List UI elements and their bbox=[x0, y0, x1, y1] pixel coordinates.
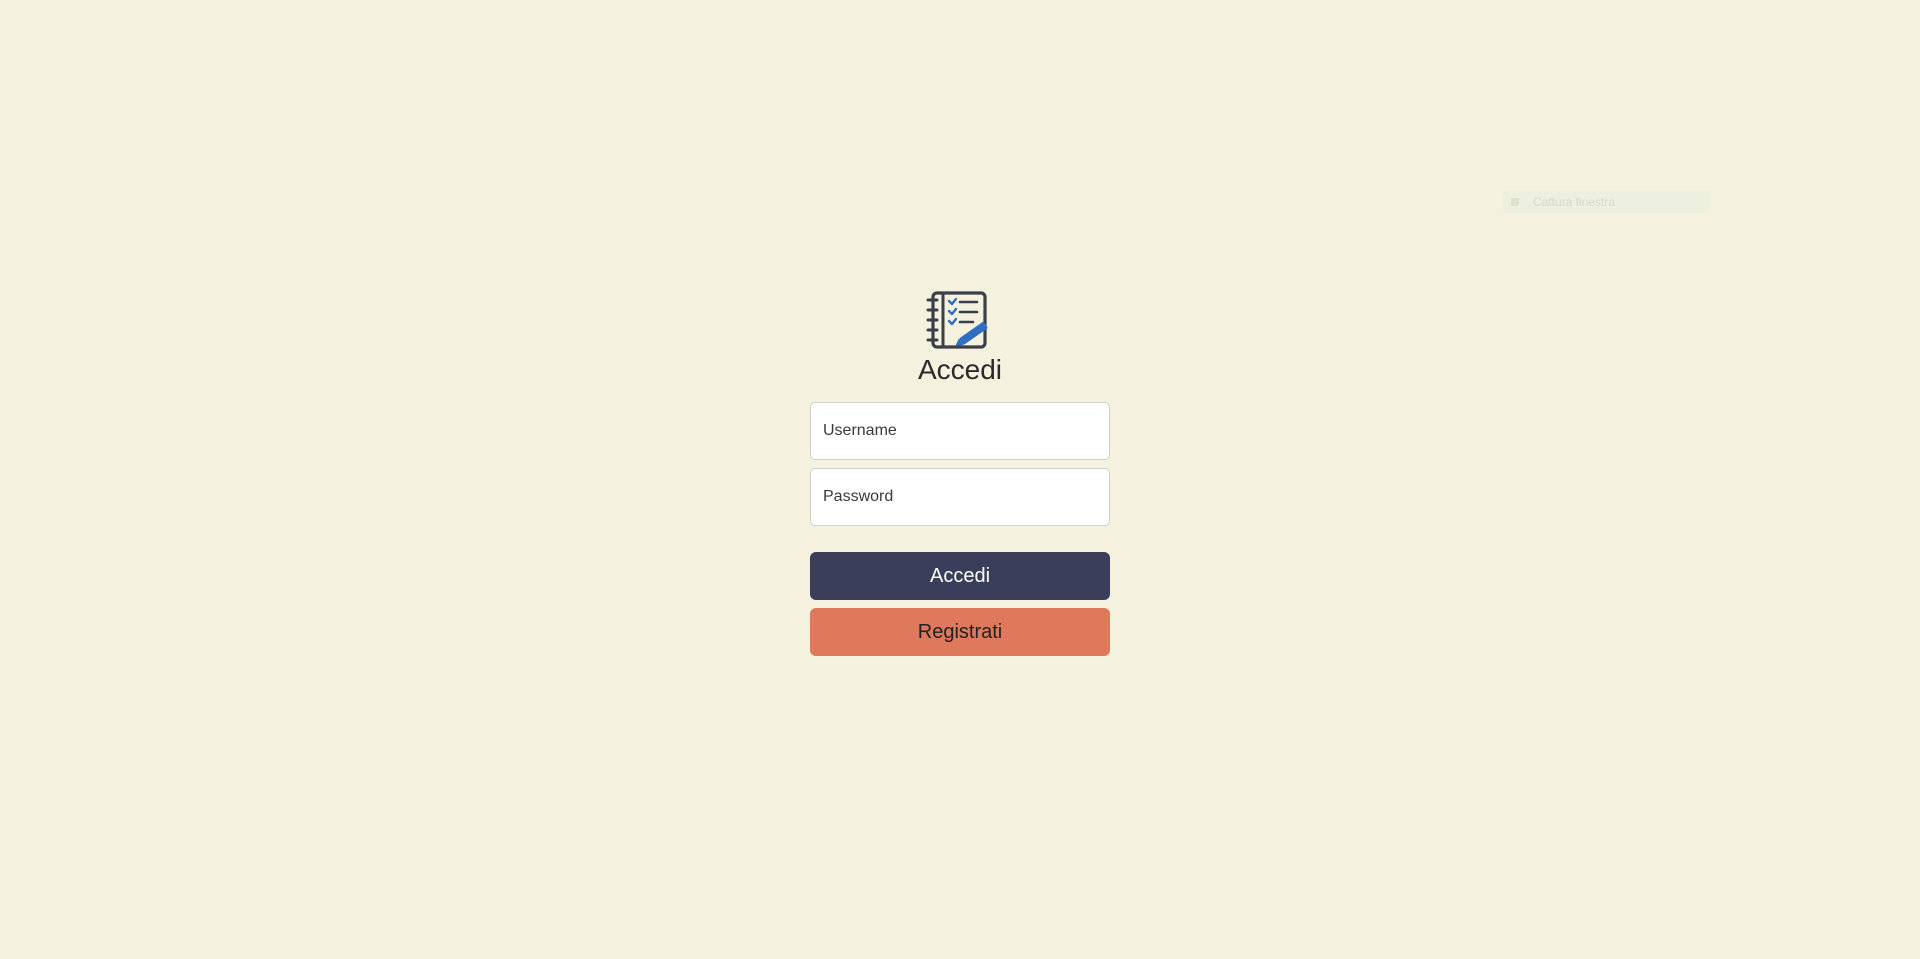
login-form: Accedi Accedi Registrati bbox=[810, 290, 1110, 656]
page: Cattura finestra Accedi Username Accedi … bbox=[0, 0, 1920, 959]
capture-label: Cattura finestra bbox=[1533, 195, 1616, 209]
window-capture-overlay[interactable]: Cattura finestra bbox=[1503, 191, 1709, 213]
checklist-notebook-icon bbox=[926, 291, 988, 349]
login-button[interactable]: Accedi bbox=[810, 552, 1110, 600]
capture-icon bbox=[1511, 198, 1519, 206]
password-input[interactable] bbox=[810, 468, 1110, 526]
username-input[interactable] bbox=[810, 402, 1110, 460]
register-button[interactable]: Registrati bbox=[810, 608, 1110, 656]
page-title: Accedi bbox=[917, 354, 1003, 385]
